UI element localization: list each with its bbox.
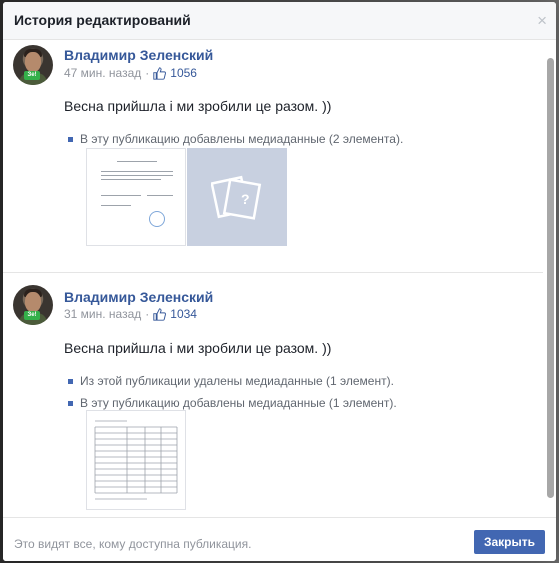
edit-history-dialog: История редактирований × Зе! Владимир Зе… <box>3 2 556 561</box>
avatar[interactable]: Зе! <box>13 285 53 325</box>
media-placeholder-thumbnail[interactable]: ? <box>187 148 287 246</box>
avatar[interactable]: Зе! <box>13 45 53 85</box>
photo-placeholder-icon: ? <box>211 175 262 220</box>
like-count[interactable]: 1034 <box>170 307 197 321</box>
bullet-icon <box>68 136 73 142</box>
post-meta: 31 мин. назад · 1034 <box>64 307 197 321</box>
timestamp[interactable]: 31 мин. назад <box>64 307 141 321</box>
dialog-footer: Это видят все, кому доступна публикация.… <box>3 517 556 561</box>
close-icon[interactable]: × <box>537 12 547 29</box>
svg-text:?: ? <box>241 191 250 207</box>
avatar-badge: Зе! <box>24 71 40 80</box>
like-icon <box>153 307 167 321</box>
dialog-body[interactable]: Зе! Владимир Зеленский 47 мин. назад · 1… <box>3 41 556 517</box>
timestamp[interactable]: 47 мин. назад <box>64 66 141 80</box>
media-table-thumbnail[interactable] <box>86 410 186 510</box>
close-button[interactable]: Закрыть <box>473 530 545 554</box>
like-count[interactable]: 1056 <box>170 66 197 80</box>
author-name[interactable]: Владимир Зеленский <box>64 289 213 305</box>
post-text: Весна прийшла і ми зробили це разом. )) <box>64 98 332 114</box>
scrollbar-thumb[interactable] <box>547 58 554 498</box>
bullet-icon <box>68 378 73 384</box>
change-item: В эту публикацию добавлены медиаданные (… <box>68 396 397 410</box>
change-text: Из этой публикации удалены медиаданные (… <box>80 374 394 388</box>
change-text: В эту публикацию добавлены медиаданные (… <box>80 396 397 410</box>
media-document-thumbnail[interactable] <box>86 148 186 246</box>
like-icon <box>153 66 167 80</box>
bullet-icon <box>68 400 73 406</box>
author-name[interactable]: Владимир Зеленский <box>64 47 213 63</box>
scrollbar[interactable] <box>546 42 554 516</box>
avatar-badge: Зе! <box>24 311 40 320</box>
dialog-title: История редактирований <box>14 12 191 28</box>
change-item: В эту публикацию добавлены медиаданные (… <box>68 132 403 146</box>
post-meta: 47 мин. назад · 1056 <box>64 66 197 80</box>
revision-entry: Зе! Владимир Зеленский 47 мин. назад · 1… <box>3 41 543 273</box>
change-text: В эту публикацию добавлены медиаданные (… <box>80 132 404 146</box>
change-item: Из этой публикации удалены медиаданные (… <box>68 374 394 388</box>
audience-note: Это видят все, кому доступна публикация. <box>14 537 252 551</box>
revision-entry: Зе! Владимир Зеленский 31 мин. назад · 1… <box>3 281 543 517</box>
dialog-header: История редактирований × <box>3 2 556 40</box>
post-text: Весна прийшла і ми зробили це разом. )) <box>64 340 332 356</box>
